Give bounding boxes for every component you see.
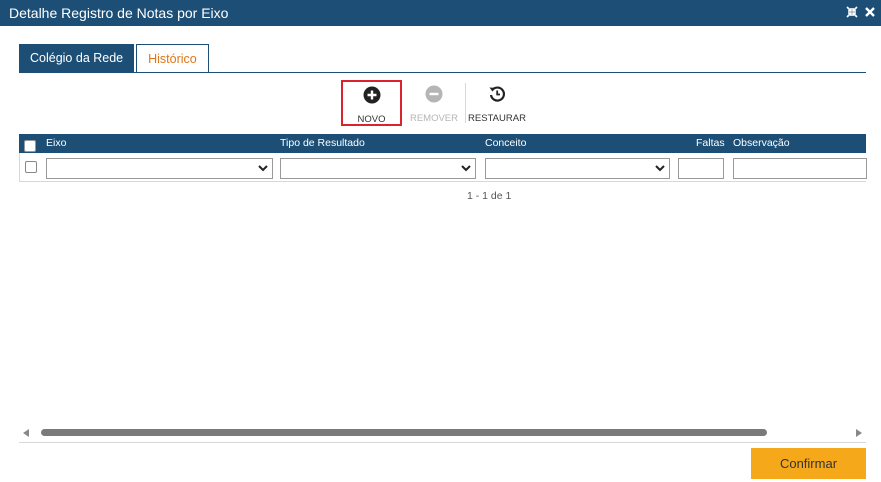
minus-circle-icon bbox=[425, 85, 443, 106]
pager-text: 1 - 1 de 1 bbox=[467, 190, 512, 202]
footer-divider bbox=[19, 442, 866, 443]
grid-header: Eixo Tipo de Resultado Conceito Faltas O… bbox=[19, 134, 866, 153]
novo-button[interactable]: NOVO bbox=[341, 80, 402, 126]
eixo-select[interactable] bbox=[46, 158, 273, 179]
col-header-conceito[interactable]: Conceito bbox=[485, 137, 526, 149]
tab-bar: Colégio da Rede Histórico bbox=[19, 44, 211, 72]
dialog-window: Detalhe Registro de Notas por Eixo Colég… bbox=[0, 0, 881, 482]
collapse-icon[interactable] bbox=[845, 5, 859, 19]
close-icon[interactable] bbox=[863, 5, 877, 19]
remover-label: REMOVER bbox=[409, 113, 459, 124]
dialog-title: Detalhe Registro de Notas por Eixo bbox=[9, 5, 229, 21]
restaurar-button[interactable]: RESTAURAR bbox=[466, 80, 528, 126]
scroll-left-icon[interactable] bbox=[23, 429, 29, 437]
row-checkbox[interactable] bbox=[25, 161, 37, 173]
scroll-right-icon[interactable] bbox=[856, 429, 862, 437]
tab-divider bbox=[19, 72, 866, 73]
chevron-down-icon bbox=[257, 162, 269, 174]
title-bar: Detalhe Registro de Notas por Eixo bbox=[0, 0, 881, 26]
observacao-input[interactable] bbox=[733, 158, 867, 179]
col-header-eixo[interactable]: Eixo bbox=[46, 137, 66, 149]
conceito-select[interactable] bbox=[485, 158, 670, 179]
chevron-down-icon bbox=[654, 162, 666, 174]
col-header-faltas[interactable]: Faltas bbox=[696, 137, 725, 149]
tab-colegio-da-rede[interactable]: Colégio da Rede bbox=[19, 44, 135, 72]
faltas-input[interactable] bbox=[678, 158, 724, 179]
tipo-resultado-select[interactable] bbox=[280, 158, 476, 179]
title-bar-icons bbox=[845, 5, 877, 19]
chevron-down-icon bbox=[460, 162, 472, 174]
toolbar: NOVO REMOVER RESTAURAR bbox=[341, 80, 528, 126]
table-row bbox=[19, 153, 867, 182]
restaurar-label: RESTAURAR bbox=[468, 113, 526, 124]
confirmar-button[interactable]: Confirmar bbox=[751, 448, 866, 479]
select-all-checkbox[interactable] bbox=[24, 140, 36, 152]
col-header-observacao[interactable]: Observação bbox=[733, 137, 790, 149]
restore-icon bbox=[488, 85, 506, 106]
plus-circle-icon bbox=[363, 86, 381, 107]
horizontal-scrollbar[interactable] bbox=[19, 426, 866, 439]
novo-label: NOVO bbox=[357, 114, 386, 125]
tab-historico[interactable]: Histórico bbox=[136, 44, 209, 72]
col-header-tipo-resultado[interactable]: Tipo de Resultado bbox=[280, 137, 365, 149]
scrollbar-thumb[interactable] bbox=[41, 429, 767, 436]
remover-button[interactable]: REMOVER bbox=[403, 80, 465, 126]
